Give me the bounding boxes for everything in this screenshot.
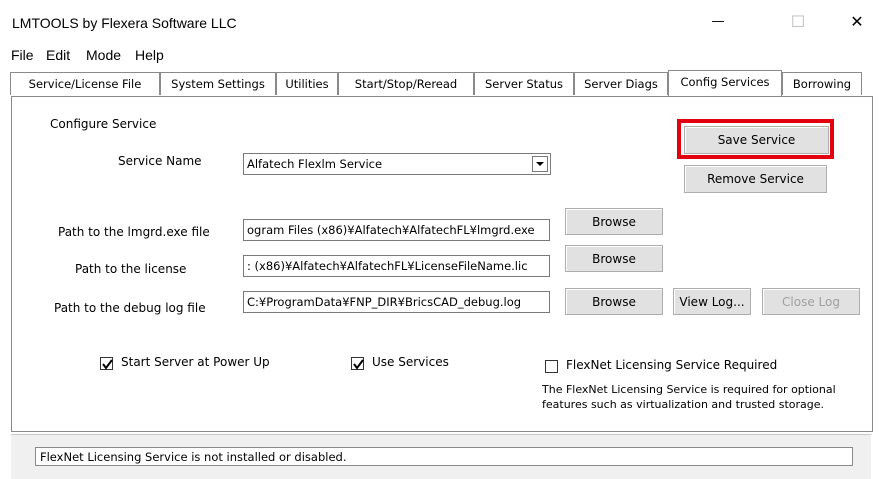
title-bar: LMTOOLS by Flexera Software LLC — ☐ ✕ xyxy=(0,0,883,42)
checkmark-icon xyxy=(353,359,364,370)
browse-debug-log-button[interactable]: Browse xyxy=(565,288,663,315)
tab-strip: Service/License File System Settings Uti… xyxy=(10,70,870,96)
tab-server-status[interactable]: Server Status xyxy=(474,72,574,95)
service-name-label: Service Name xyxy=(118,154,202,168)
lmgrd-path-label: Path to the lmgrd.exe file xyxy=(58,225,210,239)
service-name-combobox[interactable]: Alfatech Flexlm Service xyxy=(243,153,551,175)
maximize-icon: ☐ xyxy=(790,11,806,31)
tab-start-stop-reread[interactable]: Start/Stop/Reread xyxy=(338,72,474,95)
menu-file[interactable]: File xyxy=(11,47,34,63)
flexnet-required-label: FlexNet Licensing Service Required xyxy=(566,358,778,372)
tab-service-license-file[interactable]: Service/License File xyxy=(10,72,160,95)
service-name-value: Alfatech Flexlm Service xyxy=(247,157,383,171)
menu-bar xyxy=(0,42,883,68)
use-services-label: Use Services xyxy=(372,355,449,369)
window-title: LMTOOLS by Flexera Software LLC xyxy=(12,15,237,31)
close-icon: ✕ xyxy=(850,11,864,31)
minimize-icon: — xyxy=(711,13,725,29)
close-button[interactable]: ✕ xyxy=(834,0,880,42)
flexnet-note-line2: features such as virtualization and trus… xyxy=(542,398,825,411)
browse-lmgrd-button[interactable]: Browse xyxy=(565,208,663,235)
chevron-down-icon xyxy=(536,162,544,166)
dropdown-arrow-button[interactable] xyxy=(532,156,548,172)
close-log-button[interactable]: Close Log xyxy=(762,288,860,315)
tab-config-services[interactable]: Config Services xyxy=(668,70,782,96)
use-services-checkbox[interactable] xyxy=(351,357,364,370)
status-bar: FlexNet Licensing Service is not install… xyxy=(35,447,853,466)
checkmark-icon xyxy=(102,359,113,370)
debug-log-path-field[interactable]: C:¥ProgramData¥FNP_DIR¥BricsCAD_debug.lo… xyxy=(243,291,550,313)
menu-help[interactable]: Help xyxy=(135,47,164,63)
flexnet-required-checkbox[interactable] xyxy=(545,360,558,373)
menu-edit[interactable]: Edit xyxy=(46,47,70,63)
lmgrd-path-field[interactable]: ogram Files (x86)¥Alfatech¥AlfatechFL¥lm… xyxy=(243,219,550,241)
save-service-button[interactable]: Save Service xyxy=(684,126,829,154)
tab-server-diags[interactable]: Server Diags xyxy=(574,72,668,95)
license-path-field[interactable]: : (x86)¥Alfatech¥AlfatechFL¥LicenseFileN… xyxy=(243,255,550,277)
debug-log-path-label: Path to the debug log file xyxy=(54,301,206,315)
remove-service-button[interactable]: Remove Service xyxy=(684,165,827,193)
flexnet-note-line1: The FlexNet Licensing Service is require… xyxy=(542,383,836,396)
minimize-button[interactable]: — xyxy=(695,0,741,42)
browse-license-button[interactable]: Browse xyxy=(565,245,663,272)
configure-service-heading: Configure Service xyxy=(50,117,157,131)
tab-system-settings[interactable]: System Settings xyxy=(160,72,276,95)
tab-borrowing[interactable]: Borrowing xyxy=(782,72,862,95)
menu-mode[interactable]: Mode xyxy=(86,47,121,63)
view-log-button[interactable]: View Log... xyxy=(673,288,751,315)
start-server-checkbox[interactable] xyxy=(100,357,113,370)
tab-utilities[interactable]: Utilities xyxy=(276,72,338,95)
maximize-button[interactable]: ☐ xyxy=(775,0,821,42)
license-path-label: Path to the license xyxy=(75,262,187,276)
start-server-label: Start Server at Power Up xyxy=(121,355,270,369)
